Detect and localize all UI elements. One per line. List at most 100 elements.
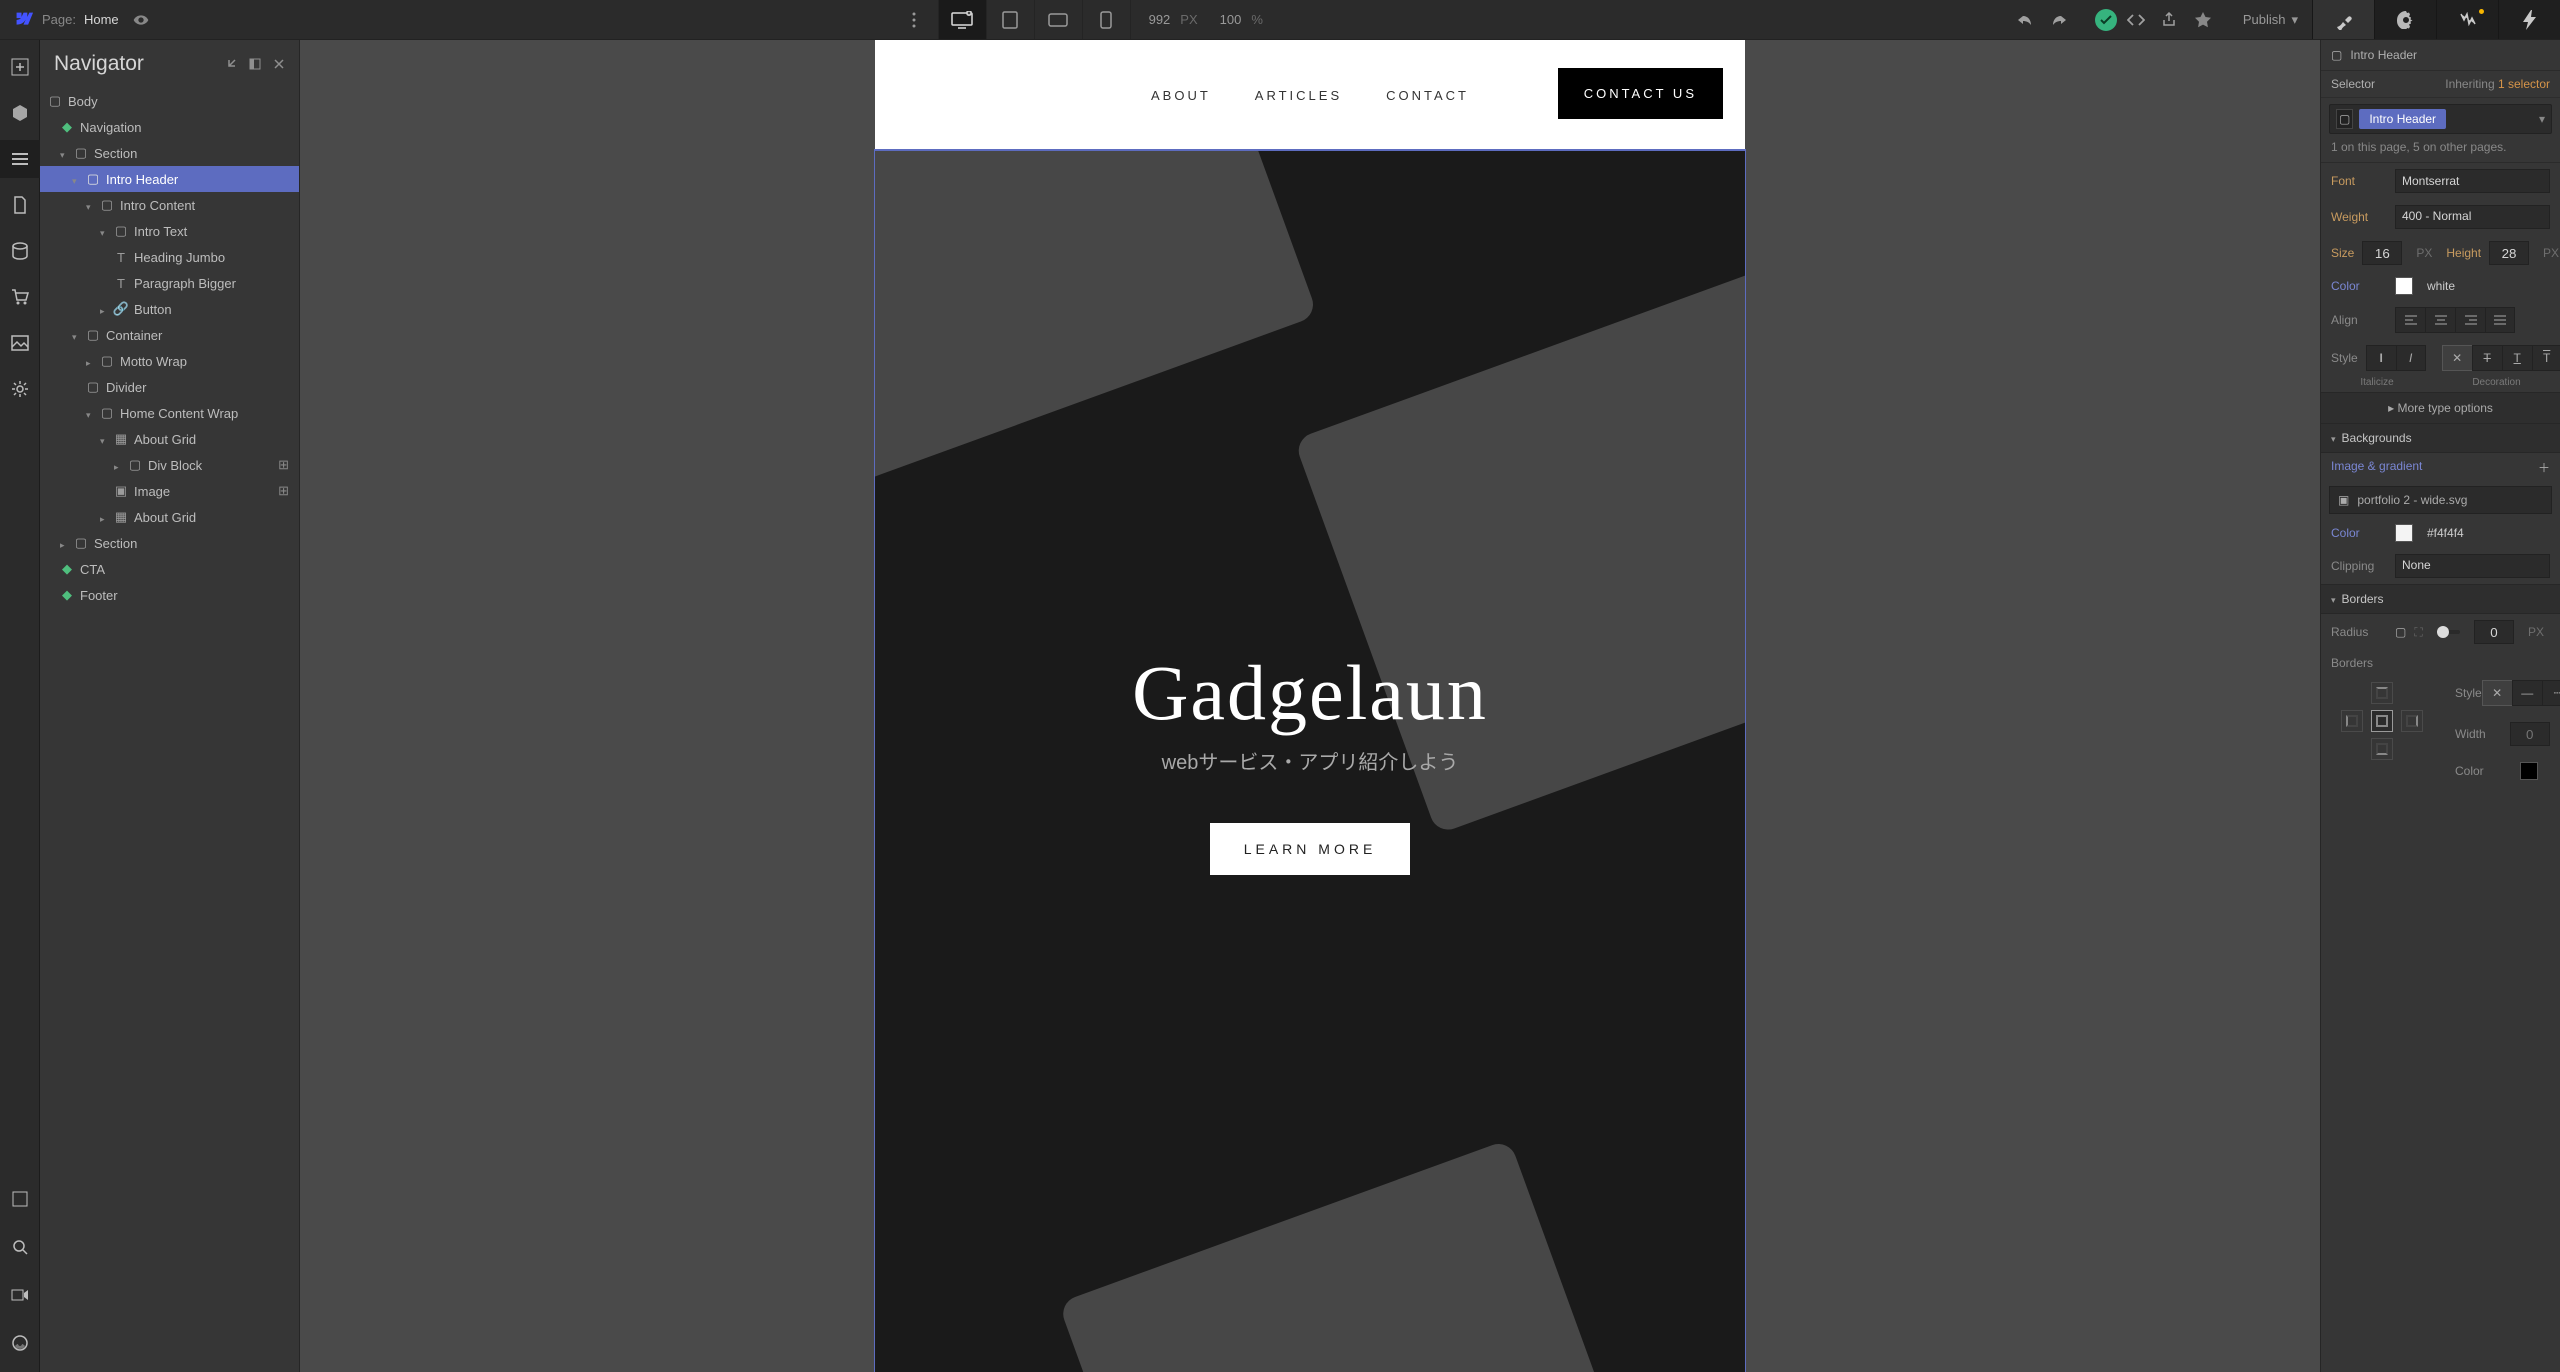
add-background-icon[interactable]: ＋ (2538, 459, 2550, 476)
hero-subtitle[interactable]: webサービス・アプリ紹介しよう (1132, 746, 1488, 775)
caret-icon[interactable] (72, 172, 80, 187)
tutorials-icon[interactable] (0, 1180, 40, 1218)
caret-icon[interactable] (86, 406, 94, 421)
hero-section[interactable]: Gadgelaun webサービス・アプリ紹介しよう LEARN MORE (875, 150, 1745, 1372)
audit-icon[interactable] (2195, 12, 2229, 28)
decoration-none-icon[interactable]: ✕ (2442, 345, 2472, 371)
decoration-overline-icon[interactable]: T (2532, 345, 2560, 371)
style-panel-tab-icon[interactable] (2312, 0, 2374, 39)
radius-all-icon[interactable]: ▢ (2395, 625, 2406, 639)
class-chip[interactable]: Intro Header (2359, 109, 2446, 129)
nav-link-about[interactable]: ABOUT (1151, 88, 1211, 103)
ecommerce-icon[interactable] (0, 278, 40, 316)
align-center-icon[interactable] (2425, 307, 2455, 333)
tree-node-navigation[interactable]: ◆Navigation (40, 114, 299, 140)
radius-slider[interactable] (2437, 630, 2460, 634)
clipping-select[interactable]: None (2395, 554, 2550, 578)
tree-node-button[interactable]: 🔗Button (40, 296, 299, 322)
border-solid-icon[interactable]: — (2512, 680, 2542, 706)
navigator-icon[interactable] (0, 140, 40, 178)
breakpoint-tablet-icon[interactable] (987, 0, 1035, 39)
bg-color-value[interactable]: #f4f4f4 (2421, 526, 2464, 540)
caret-icon[interactable] (86, 198, 94, 213)
search-icon[interactable] (0, 1228, 40, 1266)
help-icon[interactable] (0, 1324, 40, 1362)
nav-link-articles[interactable]: ARTICLES (1255, 88, 1342, 103)
border-all-icon[interactable] (2371, 710, 2393, 732)
border-left-icon[interactable] (2341, 710, 2363, 732)
tree-node-section[interactable]: ▢Section (40, 140, 299, 166)
breakpoint-desktop-icon[interactable] (939, 0, 987, 39)
canvas[interactable]: ABOUT ARTICLES CONTACT CONTACT US Gadgel… (875, 40, 1745, 1372)
hero-title[interactable]: Gadgelaun (1132, 648, 1488, 738)
text-color-value[interactable]: white (2421, 279, 2455, 293)
breadcrumb[interactable]: Intro Header (2350, 48, 2417, 62)
collapse-icon[interactable] (225, 58, 237, 70)
border-width-input[interactable] (2510, 722, 2550, 746)
nav-link-contact[interactable]: CONTACT (1386, 88, 1469, 103)
style-manager-tab-icon[interactable] (2436, 0, 2498, 39)
page-name[interactable]: Home (84, 12, 119, 27)
radius-individual-icon[interactable]: ⛶ (2414, 625, 2422, 640)
tree-node-about-grid-2[interactable]: ▦About Grid (40, 504, 299, 530)
contact-us-button[interactable]: CONTACT US (1558, 68, 1723, 119)
grid-position-icon[interactable]: ⊞ (278, 457, 289, 473)
grid-position-icon[interactable]: ⊞ (278, 483, 289, 499)
preview-icon[interactable] (133, 12, 149, 28)
learn-more-button[interactable]: LEARN MORE (1210, 823, 1411, 875)
code-icon[interactable] (2127, 13, 2161, 27)
align-justify-icon[interactable] (2485, 307, 2515, 333)
settings-panel-tab-icon[interactable] (2374, 0, 2436, 39)
undo-icon[interactable] (2017, 13, 2051, 27)
align-right-icon[interactable] (2455, 307, 2485, 333)
caret-icon[interactable] (100, 510, 108, 525)
tree-node-image[interactable]: ▣Image⊞ (40, 478, 299, 504)
inheriting-label[interactable]: Inheriting 1 selector (2445, 77, 2550, 91)
align-left-icon[interactable] (2395, 307, 2425, 333)
tree-node-divider[interactable]: ▢Divider (40, 374, 299, 400)
decoration-underline-icon[interactable]: T (2502, 345, 2532, 371)
background-image-item[interactable]: ▣portfolio 2 - wide.svg (2329, 486, 2552, 514)
video-icon[interactable] (0, 1276, 40, 1314)
bg-color-swatch[interactable] (2395, 524, 2413, 542)
border-dashed-icon[interactable]: ┄ (2542, 680, 2560, 706)
size-input[interactable] (2362, 241, 2402, 265)
tree-node-home-content-wrap[interactable]: ▢Home Content Wrap (40, 400, 299, 426)
tree-node-heading-jumbo[interactable]: THeading Jumbo (40, 244, 299, 270)
tree-node-intro-header[interactable]: ▢Intro Header (40, 166, 299, 192)
caret-icon[interactable] (100, 302, 108, 317)
tree-node-section-2[interactable]: ▢Section (40, 530, 299, 556)
more-icon[interactable] (891, 0, 939, 39)
regular-icon[interactable]: I (2366, 345, 2396, 371)
text-color-swatch[interactable] (2395, 277, 2413, 295)
caret-icon[interactable] (114, 458, 122, 473)
decoration-strike-icon[interactable]: T (2472, 345, 2502, 371)
chevron-down-icon[interactable]: ▾ (2539, 112, 2545, 126)
border-none-icon[interactable]: ✕ (2482, 680, 2512, 706)
radius-input[interactable] (2474, 620, 2514, 644)
lineheight-input[interactable] (2489, 241, 2529, 265)
settings-icon[interactable] (0, 370, 40, 408)
interactions-tab-icon[interactable] (2498, 0, 2560, 39)
caret-icon[interactable] (100, 224, 108, 239)
caret-icon[interactable] (60, 146, 68, 161)
add-element-icon[interactable] (0, 48, 40, 86)
tree-node-intro-content[interactable]: ▢Intro Content (40, 192, 299, 218)
border-color-swatch[interactable] (2520, 762, 2538, 780)
font-select[interactable]: Montserrat (2395, 169, 2550, 193)
assets-icon[interactable] (0, 324, 40, 362)
close-icon[interactable] (273, 58, 285, 70)
tree-node-container[interactable]: ▢Container (40, 322, 299, 348)
dock-icon[interactable] (249, 58, 261, 70)
tree-node-cta[interactable]: ◆CTA (40, 556, 299, 582)
caret-icon[interactable] (72, 328, 80, 343)
tree-node-motto-wrap[interactable]: ▢Motto Wrap (40, 348, 299, 374)
publish-button[interactable]: Publish▾ (2229, 12, 2312, 28)
tree-node-body[interactable]: ▢Body (40, 88, 299, 114)
breakpoint-mobile-icon[interactable] (1083, 0, 1131, 39)
redo-icon[interactable] (2051, 13, 2085, 27)
weight-select[interactable]: 400 - Normal (2395, 205, 2550, 229)
backgrounds-section[interactable]: Backgrounds (2321, 423, 2560, 453)
borders-section[interactable]: Borders (2321, 584, 2560, 614)
tree-node-footer[interactable]: ◆Footer (40, 582, 299, 608)
